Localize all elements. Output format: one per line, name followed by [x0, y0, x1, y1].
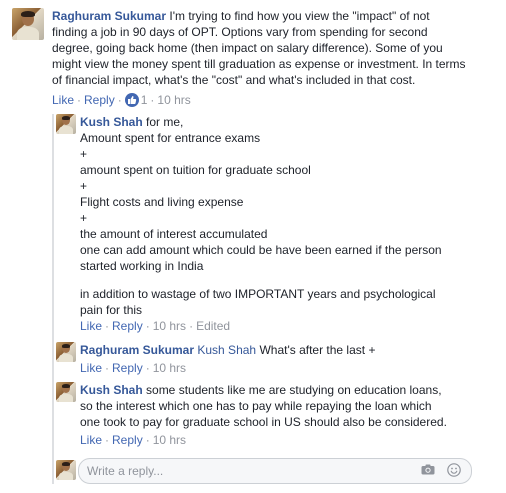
avatar[interactable]	[56, 460, 76, 480]
reply-text-line: amount spent on tuition for graduate sch…	[80, 163, 311, 177]
comment-actions: Like · Reply · 1 · 10 hrs	[52, 93, 191, 107]
reply-text-line: for me,	[146, 115, 184, 129]
comment-thread: Raghuram Sukumar I'm trying to find how …	[0, 0, 506, 493]
avatar[interactable]	[56, 382, 76, 402]
reply-text-line: +	[80, 179, 88, 193]
reply-author[interactable]: Kush Shah	[80, 383, 143, 397]
comment-text-line: of financial impact, what's the "cost" a…	[52, 73, 416, 87]
reply-link[interactable]: Reply	[84, 93, 115, 107]
reply-text-line: in addition to wastage of two IMPORTANT …	[80, 287, 436, 301]
reply-author[interactable]: Raghuram Sukumar	[80, 343, 194, 357]
smiley-icon[interactable]	[447, 463, 461, 477]
reply-input-placeholder: Write a reply...	[87, 464, 164, 478]
reply-text-line: the amount of interest accumulated	[80, 227, 268, 241]
reply-text-line: one took to pay for graduate school in U…	[80, 415, 447, 429]
like-link[interactable]: Like	[80, 433, 102, 447]
like-link[interactable]: Like	[52, 93, 74, 107]
camera-icon[interactable]	[421, 464, 435, 475]
comment-text-line: finding a job in 90 days of OPT. Options…	[52, 25, 428, 39]
reply-text-line: pain for this	[80, 303, 143, 317]
timestamp[interactable]: 10 hrs	[153, 433, 186, 447]
avatar[interactable]	[56, 342, 76, 362]
reply-link[interactable]: Reply	[112, 433, 143, 447]
reply-author[interactable]: Kush Shah	[80, 115, 143, 129]
like-reaction-icon[interactable]	[124, 93, 139, 107]
comment-text-line: I'm trying to find how you view the "imp…	[169, 9, 430, 23]
mention-link[interactable]: Kush Shah	[197, 343, 256, 357]
timestamp[interactable]: 10 hrs	[153, 319, 186, 333]
reply-text-line: Amount spent for entrance exams	[80, 131, 261, 145]
reply-2: Raghuram Sukumar Kush Shah What's after …	[0, 340, 506, 376]
reply-1: Kush Shah for me, Amount spent for entra…	[0, 112, 506, 337]
comment-text-line: degree, going back home (then impact on …	[52, 41, 443, 55]
reply-link[interactable]: Reply	[112, 361, 143, 375]
avatar[interactable]	[56, 114, 76, 134]
reply-text-line: +	[80, 147, 88, 161]
reply-text-line: some students like me are studying on ed…	[146, 383, 442, 397]
reply-text-spacer	[80, 274, 490, 286]
reply-link[interactable]: Reply	[112, 319, 143, 333]
reply-3: Kush Shah some students like me are stud…	[0, 380, 506, 450]
reply-text-line: one can add amount which could be have b…	[80, 243, 442, 257]
reply-text-line: What's after the last +	[259, 343, 376, 357]
reply-text-line: so the interest which one has to pay whi…	[80, 399, 432, 413]
reply-text-line: +	[80, 211, 88, 225]
reply-actions: Like · Reply · 10 hrs	[80, 433, 187, 447]
like-link[interactable]: Like	[80, 319, 102, 333]
reply-actions: Like · Reply · 10 hrs · Edited	[80, 319, 231, 333]
edited-label[interactable]: Edited	[196, 319, 230, 333]
timestamp[interactable]: 10 hrs	[157, 93, 190, 107]
reply-text-line: started working in India	[80, 259, 204, 273]
comment-text-line: might view the money spent till graduati…	[52, 57, 466, 71]
comment-author[interactable]: Raghuram Sukumar	[52, 9, 166, 23]
reply-input[interactable]: Write a reply...	[78, 458, 472, 484]
reply-actions: Like · Reply · 10 hrs	[80, 361, 187, 375]
timestamp[interactable]: 10 hrs	[153, 361, 186, 375]
reply-text-line: Flight costs and living expense	[80, 195, 244, 209]
like-link[interactable]: Like	[80, 361, 102, 375]
comment-main: Raghuram Sukumar I'm trying to find how …	[0, 0, 506, 110]
avatar[interactable]	[12, 8, 44, 40]
